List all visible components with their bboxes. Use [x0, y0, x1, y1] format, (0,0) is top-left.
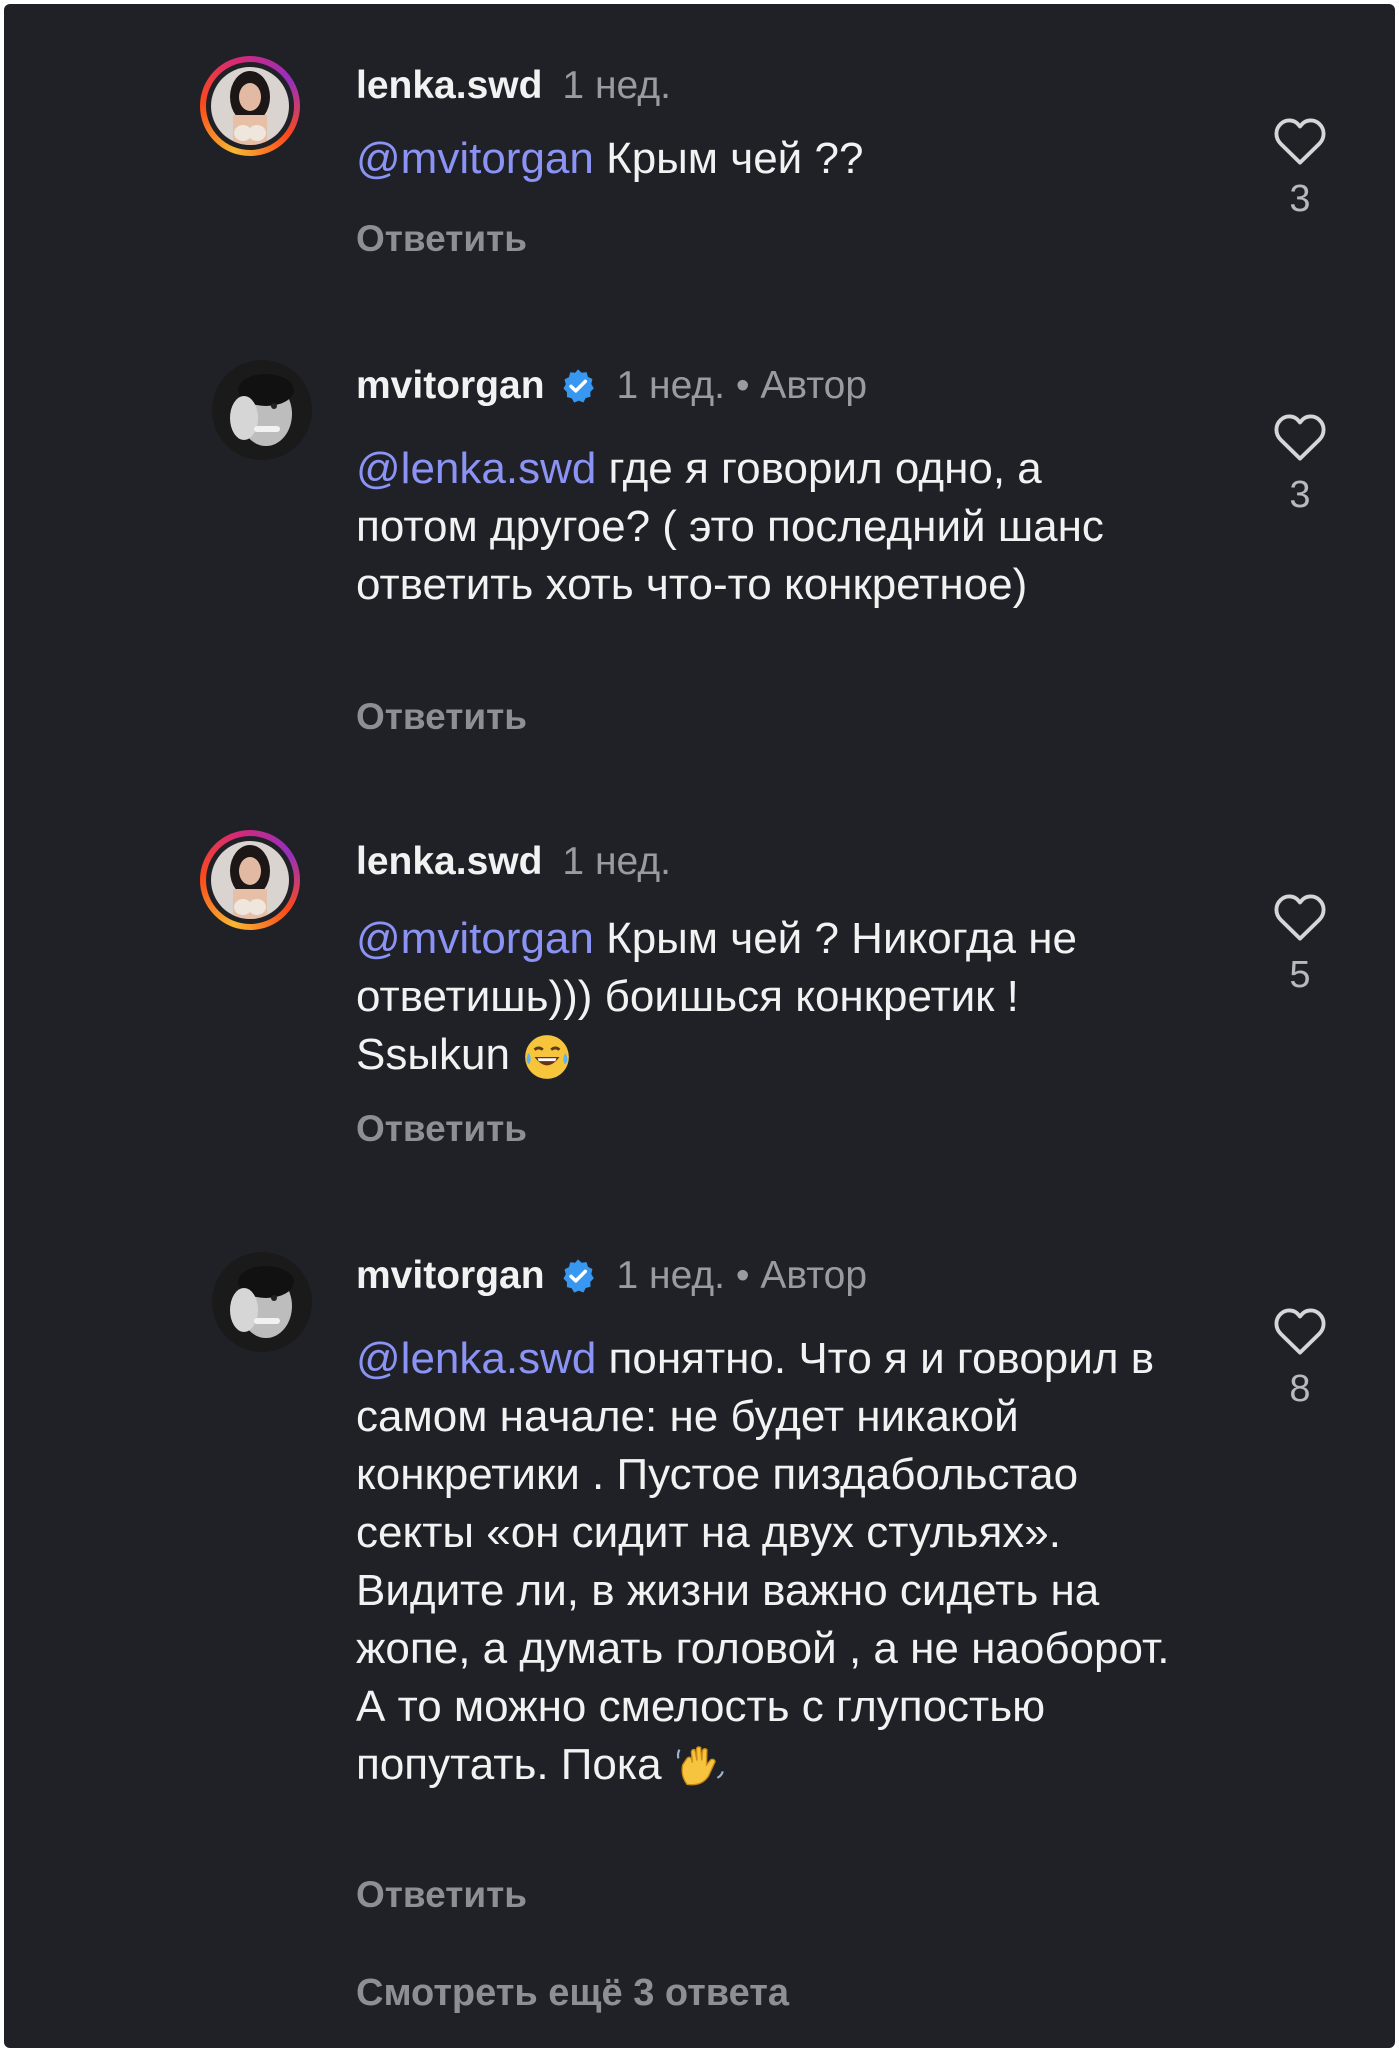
verified-badge-icon [562, 369, 594, 403]
heart-outline-icon [1274, 414, 1326, 461]
like-count: 5 [1289, 954, 1311, 996]
view-more-replies-button[interactable]: Смотреть ещё 3 ответа [356, 1972, 789, 2015]
tears-of-joy-emoji [525, 1035, 570, 1080]
like-button[interactable]: 5 [1269, 892, 1331, 997]
avatar[interactable] [212, 1252, 312, 1352]
comment-time: 1 нед. [562, 64, 671, 107]
heart-outline-icon [1274, 894, 1326, 941]
reply-button[interactable]: Ответить [356, 218, 527, 260]
comment-text: @mvitorgan Крым чей ? Никогда не ответиш… [356, 910, 1156, 1084]
mention-link[interactable]: @mvitorgan [356, 134, 594, 183]
like-button[interactable]: 8 [1269, 1306, 1331, 1411]
avatar[interactable] [200, 56, 300, 156]
avatar[interactable] [200, 830, 300, 930]
like-count: 3 [1289, 474, 1311, 516]
comment-username[interactable]: lenka.swd [356, 64, 542, 108]
verified-badge-icon [562, 1259, 594, 1293]
comment-time: 1 нед. • Автор [616, 364, 868, 407]
mention-link[interactable]: @lenka.swd [356, 444, 596, 493]
comment-text: @mvitorgan Крым чей ?? [356, 134, 864, 183]
comment-username[interactable]: lenka.swd [356, 840, 542, 884]
comments-screen: lenka.swd 1 нед. @mvitorgan Крым чей ?? … [4, 4, 1395, 2048]
avatar-photo [212, 360, 312, 460]
heart-outline-icon [1274, 1308, 1326, 1355]
comment-text: @lenka.swd понятно. Что я и говорил в са… [356, 1330, 1196, 1794]
reply-button[interactable]: Ответить [356, 1108, 527, 1150]
comment-time: 1 нед. • Автор [616, 1254, 868, 1297]
mention-link[interactable]: @mvitorgan [356, 914, 594, 963]
reply-button[interactable]: Ответить [356, 1874, 527, 1916]
like-count: 8 [1289, 1368, 1311, 1410]
reply-button[interactable]: Ответить [356, 696, 527, 738]
heart-outline-icon [1274, 118, 1326, 165]
avatar-photo [211, 841, 289, 919]
waving-hand-emoji [676, 1746, 724, 1786]
avatar[interactable] [212, 360, 312, 460]
like-count: 3 [1289, 178, 1311, 220]
comment-time: 1 нед. [562, 840, 671, 883]
avatar-photo [211, 67, 289, 145]
like-button[interactable]: 3 [1269, 412, 1331, 517]
like-button[interactable]: 3 [1269, 116, 1331, 221]
comment-username[interactable]: mvitorgan [356, 364, 545, 408]
mention-link[interactable]: @lenka.swd [356, 1334, 596, 1383]
comment-text: @lenka.swd где я говорил одно, а потом д… [356, 444, 1104, 609]
comment-username[interactable]: mvitorgan [356, 1254, 545, 1298]
avatar-photo [212, 1252, 312, 1352]
